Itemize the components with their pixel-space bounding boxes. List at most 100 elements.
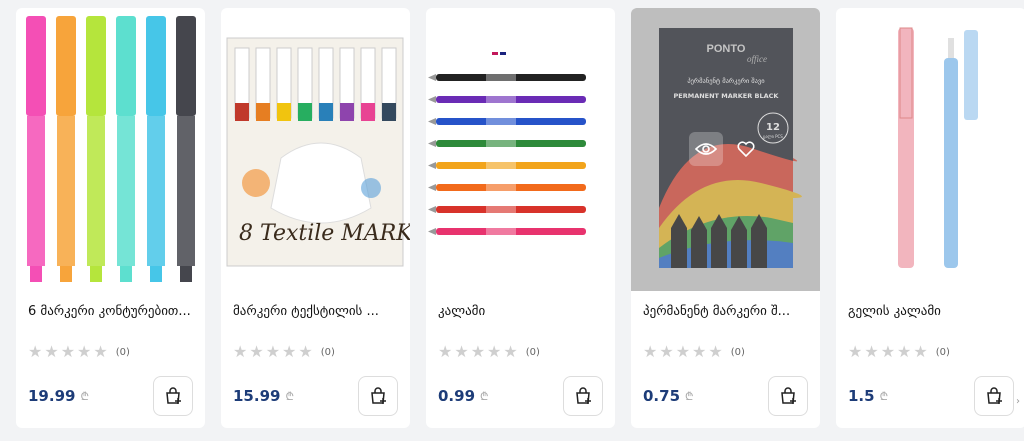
hover-actions xyxy=(689,132,763,166)
product-image[interactable]: PONTO office პერმანენტ მარკერი შავი PERM… xyxy=(631,8,820,291)
marker-tip xyxy=(120,266,132,282)
product-image[interactable]: 8 Textile MARKERS xyxy=(221,8,410,291)
pack-label: 8 Textile MARKERS xyxy=(239,221,410,246)
product-card[interactable]: PONTO office პერმანენტ მარკერი შავი PERM… xyxy=(631,8,820,428)
marker-cap xyxy=(56,16,76,116)
marker-tip xyxy=(90,266,102,282)
marker-cap xyxy=(256,103,270,121)
product-price: 0.99 ₾ xyxy=(438,387,489,405)
rating-stars: ★ ★ ★ ★ ★ (0) xyxy=(28,344,130,360)
product-title[interactable]: გელის კალამი xyxy=(848,304,1016,319)
price-value: 19.99 xyxy=(28,387,76,405)
pen-tip xyxy=(428,228,436,235)
marker-cap xyxy=(235,103,249,121)
rating-count: (0) xyxy=(115,346,130,358)
currency-icon: ₾ xyxy=(685,389,694,403)
pen-cap xyxy=(964,30,978,120)
rating-count: (0) xyxy=(730,346,745,358)
pen-grip xyxy=(486,162,516,169)
product-title[interactable]: კალამი xyxy=(438,304,605,319)
product-title[interactable]: პერმანენტ მარკერი შ... xyxy=(643,304,810,319)
quick-view-button[interactable] xyxy=(689,132,723,166)
product-image[interactable] xyxy=(426,8,615,291)
product-card[interactable]: 6 მარკერი კონტურებით... ★ ★ ★ ★ ★ (0) 19.99 ₾ xyxy=(16,8,205,428)
star-icon: ★ xyxy=(913,342,928,361)
marker-tip xyxy=(150,266,162,282)
next-arrow-icon[interactable]: › xyxy=(1016,396,1024,410)
currency-icon: ₾ xyxy=(80,389,89,403)
product-image[interactable] xyxy=(16,8,205,291)
pen-tip xyxy=(428,118,436,125)
star-icon: ★ xyxy=(265,342,281,361)
currency-icon: ₾ xyxy=(879,389,889,403)
product-image[interactable] xyxy=(836,8,1024,291)
price-value: 0.75 xyxy=(643,387,681,405)
rating-count: (0) xyxy=(935,346,950,358)
marker-cap xyxy=(116,16,136,116)
price-value: 1.5 xyxy=(848,387,875,405)
star-icon: ★ xyxy=(675,342,691,361)
add-to-cart-button[interactable] xyxy=(563,376,603,416)
pen-grip xyxy=(486,184,516,191)
product-price: 15.99 ₾ xyxy=(233,387,294,405)
pen-tip xyxy=(428,140,436,147)
marker-tip xyxy=(180,266,192,282)
star-icon: ★ xyxy=(60,342,76,361)
marker-cap xyxy=(340,103,354,121)
rating-stars: ★ ★ ★ ★ ★ (0) xyxy=(848,344,950,360)
rating-count: (0) xyxy=(320,346,335,358)
price-value: 0.99 xyxy=(438,387,476,405)
pen-grip xyxy=(486,228,516,235)
pen-tip xyxy=(428,184,436,191)
product-card[interactable]: კალამი ★ ★ ★ ★ ★ (0) 0.99 ₾ xyxy=(426,8,615,428)
pen-grip xyxy=(486,118,516,125)
star-icon: ★ xyxy=(470,342,486,361)
product-card[interactable]: გელის კალამი ★ ★ ★ ★ ★ (0) 1.5 ₾ xyxy=(836,8,1024,428)
add-to-cart-button[interactable] xyxy=(153,376,193,416)
cart-add-icon xyxy=(576,387,591,404)
add-to-cart-button[interactable] xyxy=(358,376,398,416)
currency-icon: ₾ xyxy=(285,389,294,403)
cart-add-icon xyxy=(371,387,386,404)
pen-cap xyxy=(899,27,913,119)
heart-icon xyxy=(737,141,755,158)
star-icon: ★ xyxy=(864,342,879,361)
pen-grip xyxy=(486,140,516,147)
star-icon: ★ xyxy=(233,342,248,361)
star-icon: ★ xyxy=(659,342,674,361)
marker-cap xyxy=(86,16,106,116)
star-icon: ★ xyxy=(298,342,313,361)
cart-add-icon xyxy=(987,387,1002,404)
add-to-cart-button[interactable] xyxy=(974,376,1014,416)
product-title[interactable]: 6 მარკერი კონტურებით... xyxy=(28,304,195,319)
product-card[interactable]: 8 Textile MARKERS მარკერი ტექსტილის ... … xyxy=(221,8,410,428)
star-icon: ★ xyxy=(44,342,59,361)
rating-count: (0) xyxy=(525,346,540,358)
marker-tip xyxy=(60,266,72,282)
add-to-cart-button[interactable] xyxy=(768,376,808,416)
star-icon: ★ xyxy=(77,342,92,361)
star-icon: ★ xyxy=(93,342,108,361)
marker-cap xyxy=(26,16,46,116)
product-title[interactable]: მარკერი ტექსტილის ... xyxy=(233,304,400,319)
star-icon: ★ xyxy=(848,342,863,361)
product-price: 19.99 ₾ xyxy=(28,387,89,405)
marker-body xyxy=(57,116,75,266)
star-icon: ★ xyxy=(487,342,502,361)
marker-cap xyxy=(319,103,333,121)
marker-body xyxy=(87,116,105,266)
wishlist-button[interactable] xyxy=(729,132,763,166)
pen-grip xyxy=(486,206,516,213)
price-value: 15.99 xyxy=(233,387,281,405)
eye-icon xyxy=(695,143,717,155)
marker-body xyxy=(27,116,45,266)
marker-cap xyxy=(277,103,291,121)
star-icon: ★ xyxy=(28,342,43,361)
star-icon: ★ xyxy=(643,342,658,361)
marker-body xyxy=(177,116,195,266)
star-icon: ★ xyxy=(438,342,453,361)
pen-body xyxy=(944,58,958,268)
product-price: 0.75 ₾ xyxy=(643,387,694,405)
star-icon: ★ xyxy=(708,342,723,361)
pen-tip xyxy=(428,74,436,81)
